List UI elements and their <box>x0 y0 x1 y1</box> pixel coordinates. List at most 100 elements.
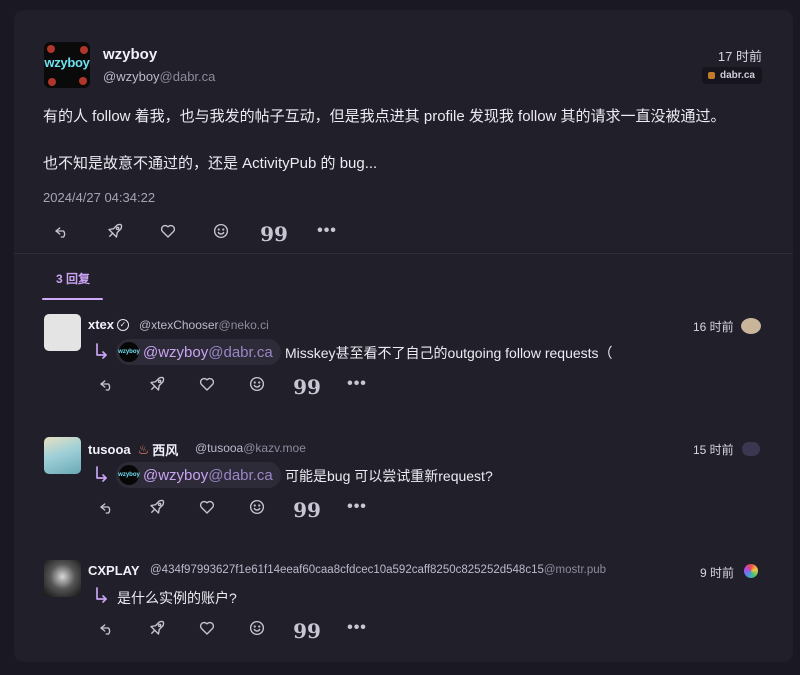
note-content-line: 有的人 follow 着我，也与我发的帖子互动，但是我点进其 profile 发… <box>43 108 726 125</box>
reply-avatar[interactable] <box>44 560 81 597</box>
heart-icon <box>199 377 215 391</box>
reply-text: 可能是bug 可以尝试重新request? <box>285 468 493 484</box>
quote-icon: 99 <box>293 619 321 643</box>
note-actions: 99 ••• <box>51 220 338 246</box>
quote-icon: 99 <box>293 375 321 399</box>
renote-button[interactable] <box>146 373 168 395</box>
reply-to-icon <box>94 586 108 604</box>
more-button[interactable]: ••• <box>316 220 338 242</box>
quote-button[interactable]: 99 <box>260 220 288 246</box>
reply-actions: 99 ••• <box>96 373 368 399</box>
reply-to-icon <box>94 342 108 360</box>
more-icon: ••• <box>347 498 367 515</box>
more-button[interactable]: ••• <box>346 373 368 395</box>
handle-host: @dabr.ca <box>159 69 216 84</box>
instance-icon[interactable] <box>744 564 758 578</box>
reply-icon <box>55 227 66 238</box>
reply-icon <box>100 503 111 514</box>
reply-handle[interactable]: @xtexChooser@neko.ci <box>139 318 269 332</box>
renote-button[interactable] <box>146 617 168 639</box>
reply-avatar[interactable] <box>44 437 81 474</box>
reaction-button[interactable] <box>246 373 268 395</box>
instance-icon <box>707 72 715 79</box>
reaction-button[interactable] <box>210 220 232 242</box>
note-time[interactable]: 17 时前 <box>718 46 762 65</box>
reply-button[interactable] <box>51 220 73 242</box>
reply-actions: 99 ••• <box>96 617 368 643</box>
mention-user: @wzyboy <box>143 466 209 484</box>
heart-icon <box>199 500 215 514</box>
reply-time[interactable]: 16 时前 <box>693 318 734 335</box>
reply-display-name[interactable]: tusooa ♨ 西风 <box>88 440 178 459</box>
rocket-icon <box>150 376 165 391</box>
like-button[interactable] <box>196 496 218 518</box>
flame-icon: ♨ <box>137 441 150 457</box>
quote-icon: 99 <box>293 498 321 522</box>
reply-display-name[interactable]: CXPLAY <box>88 563 140 578</box>
author-handle[interactable]: @wzyboy@dabr.ca <box>103 69 215 84</box>
renote-button[interactable] <box>146 496 168 518</box>
smile-icon <box>213 223 229 239</box>
avatar-text: wzyboy <box>44 55 90 70</box>
more-button[interactable]: ••• <box>346 617 368 639</box>
like-button[interactable] <box>196 373 218 395</box>
tab-replies[interactable]: 3 回复 <box>56 270 90 287</box>
renote-button[interactable] <box>104 220 126 242</box>
mention-avatar: wzyboy <box>118 465 140 485</box>
handle-user: @tusooa <box>195 441 244 455</box>
reply-button[interactable] <box>96 496 118 518</box>
tab-active-indicator <box>42 298 103 300</box>
instance-badge[interactable]: dabr.ca <box>701 67 762 84</box>
mention-chip[interactable]: wzyboy @wzyboy @dabr.ca <box>116 462 281 488</box>
more-icon: ••• <box>317 222 337 239</box>
divider <box>14 253 793 254</box>
instance-name: dabr.ca <box>719 70 755 81</box>
smile-icon <box>249 376 265 392</box>
reply-name-text: tusooa <box>88 442 131 457</box>
reaction-button[interactable] <box>246 496 268 518</box>
reply-button[interactable] <box>96 617 118 639</box>
rocket-icon <box>108 223 123 238</box>
instance-icon[interactable] <box>741 318 761 334</box>
reply-text: Misskey甚至看不了自己的outgoing follow requests（ <box>285 345 613 361</box>
reply-actions: 99 ••• <box>96 496 368 522</box>
handle-host: @neko.ci <box>218 318 269 332</box>
avatar-ornament <box>79 77 87 85</box>
more-button[interactable]: ••• <box>346 496 368 518</box>
instance-icon[interactable] <box>742 442 760 456</box>
rocket-icon <box>150 499 165 514</box>
reply-to-icon <box>94 465 108 483</box>
mention-chip[interactable]: wzyboy @wzyboy @dabr.ca <box>116 339 281 365</box>
quote-button[interactable]: 99 <box>293 496 321 522</box>
like-button[interactable] <box>157 220 179 242</box>
reply-name-text: CXPLAY <box>88 563 140 578</box>
smile-icon <box>249 499 265 515</box>
author-display-name[interactable]: wzyboy <box>103 46 157 63</box>
rocket-icon <box>150 620 165 635</box>
reply-handle[interactable]: @434f97993627f1e61f14eeaf60caa8cfdcec10a… <box>150 564 606 576</box>
smile-icon <box>249 620 265 636</box>
reply-time[interactable]: 15 时前 <box>693 441 734 458</box>
reply-icon <box>100 380 111 391</box>
reaction-button[interactable] <box>246 617 268 639</box>
note-date[interactable]: 2024/4/27 04:34:22 <box>43 190 155 205</box>
reply-handle[interactable]: @tusooa@kazv.moe <box>195 441 306 455</box>
mention-host: @dabr.ca <box>208 466 273 484</box>
quote-button[interactable]: 99 <box>293 373 321 399</box>
reply-text: 是什么实例的账户? <box>117 590 237 606</box>
more-icon: ••• <box>347 619 367 636</box>
note-content-line: 也不知是故意不通过的，还是 ActivityPub 的 bug... <box>43 155 378 172</box>
quote-icon: 99 <box>260 222 288 246</box>
reply-display-name[interactable]: xtex ✓ <box>88 317 130 332</box>
avatar-ornament <box>47 45 55 53</box>
avatar-ornament <box>80 46 88 54</box>
heart-icon <box>199 621 215 635</box>
reply-button[interactable] <box>96 373 118 395</box>
author-avatar[interactable]: wzyboy <box>44 42 90 88</box>
like-button[interactable] <box>196 617 218 639</box>
quote-button[interactable]: 99 <box>293 617 321 643</box>
reply-avatar[interactable] <box>44 314 81 351</box>
handle-user: @434f97993627f1e61f14eeaf60caa8cfdcec10a… <box>150 564 544 576</box>
reply-icon <box>100 624 111 635</box>
reply-time[interactable]: 9 时前 <box>700 564 734 581</box>
